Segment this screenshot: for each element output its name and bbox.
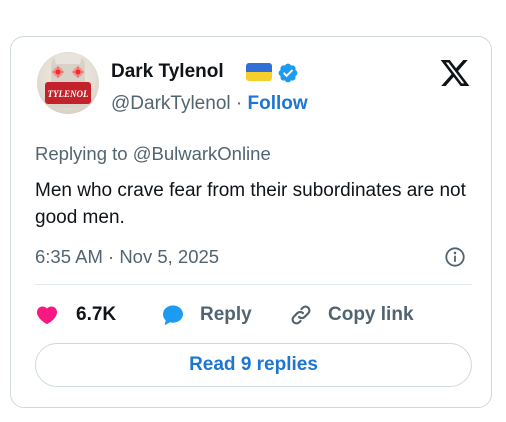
info-icon[interactable] [444,246,466,268]
replying-to-label[interactable]: Replying to @BulwarkOnline [35,143,271,165]
copy-link-button[interactable]: Copy link [288,300,414,330]
avatar[interactable]: TYLENOL [37,52,99,114]
reply-button[interactable]: Reply [161,300,252,330]
link-icon [291,305,311,325]
x-logo-icon[interactable] [439,57,471,89]
tweet-card[interactable]: TYLENOL Dark Tylenol @DarkTylenol · Foll… [10,36,492,408]
timestamp[interactable]: 6:35 AM · Nov 5, 2025 [35,246,219,268]
reply-label: Reply [200,304,252,325]
like-count: 6.7K [76,304,117,325]
handle[interactable]: @DarkTylenol [111,93,231,114]
ukraine-flag-icon [246,63,272,81]
like-button[interactable]: 6.7K [35,300,116,330]
tweet-text: Men who crave fear from their subordinat… [35,180,466,228]
verified-badge-icon [278,63,298,83]
follow-link[interactable]: Follow [248,93,308,114]
handle-row: @DarkTylenol · Follow [111,93,308,115]
divider [35,284,472,285]
avatar-logo-text: TYLENOL [48,89,89,99]
read-replies-button[interactable]: Read 9 replies [35,343,472,387]
reply-bubble-icon [163,305,183,325]
copy-link-label: Copy link [328,304,414,325]
read-replies-label: Read 9 replies [189,354,318,375]
separator: · [230,93,248,114]
heart-icon [36,306,58,325]
display-name[interactable]: Dark Tylenol [111,61,224,83]
